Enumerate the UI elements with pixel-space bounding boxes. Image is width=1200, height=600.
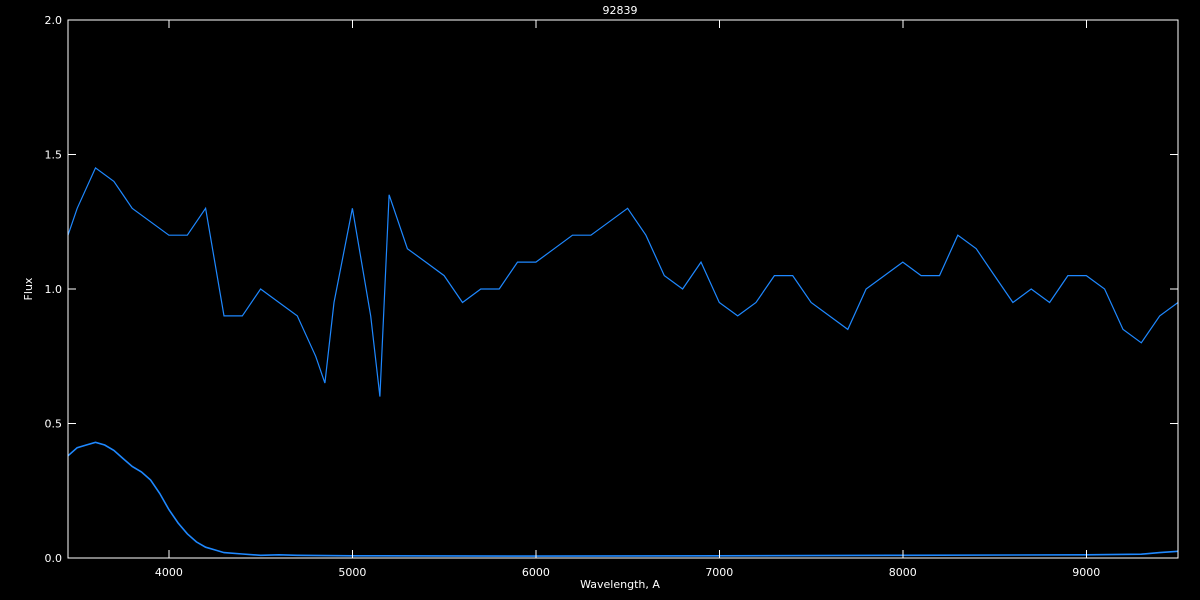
y-tick-label: 0.0 xyxy=(45,552,63,565)
x-tick-label: 5000 xyxy=(338,566,366,579)
x-tick-label: 9000 xyxy=(1072,566,1100,579)
x-tick-label: 4000 xyxy=(155,566,183,579)
x-tick-label: 6000 xyxy=(522,566,550,579)
y-tick-label: 2.0 xyxy=(45,14,63,27)
x-tick-label: 8000 xyxy=(889,566,917,579)
x-tick-label: 7000 xyxy=(705,566,733,579)
x-axis-label: Wavelength, A xyxy=(580,578,660,591)
y-axis-label: Flux xyxy=(22,277,35,300)
spectrum-chart: 92839 4000 5000 6000 7000 8000 9000 0.0 0.5 1.0… xyxy=(0,0,1200,600)
chart-title: 92839 xyxy=(603,4,638,17)
y-tick-label: 1.5 xyxy=(45,149,63,162)
chart-background xyxy=(0,0,1200,600)
y-tick-label: 0.5 xyxy=(45,418,63,431)
y-tick-label: 1.0 xyxy=(45,283,63,296)
